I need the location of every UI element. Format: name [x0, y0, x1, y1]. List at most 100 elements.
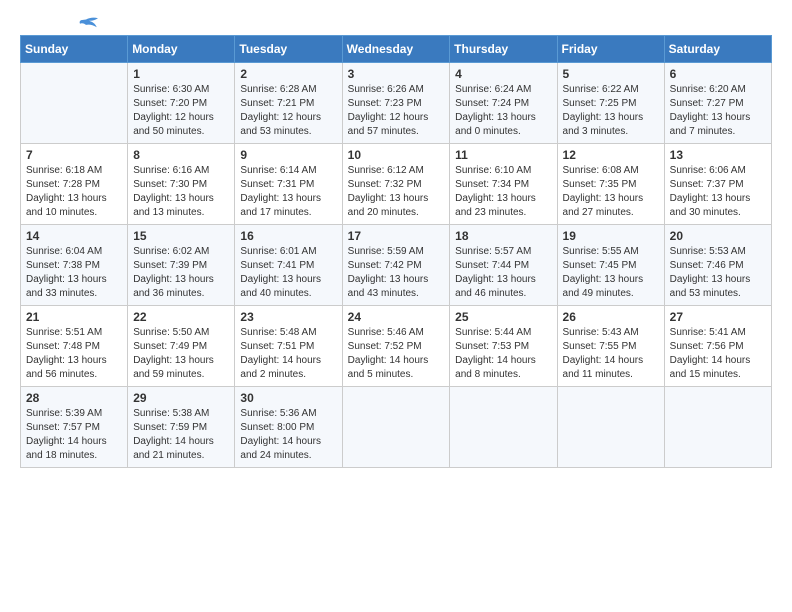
calendar-week-row: 14 Sunrise: 6:04 AM Sunset: 7:38 PM Dayli…: [21, 225, 772, 306]
day-number: 14: [26, 229, 122, 243]
calendar-cell: 8 Sunrise: 6:16 AM Sunset: 7:30 PM Daylig…: [128, 144, 235, 225]
day-info: Sunrise: 6:22 AM Sunset: 7:25 PM Dayligh…: [563, 83, 659, 139]
day-number: 21: [26, 310, 122, 324]
day-number: 2: [240, 67, 336, 81]
calendar-cell: 3 Sunrise: 6:26 AM Sunset: 7:23 PM Daylig…: [342, 63, 450, 144]
day-info: Sunrise: 5:55 AM Sunset: 7:45 PM Dayligh…: [563, 245, 659, 301]
day-number: 25: [455, 310, 551, 324]
calendar-cell: 5Sunrise: 6:22 AM Sunset: 7:25 PM Daylig…: [557, 63, 664, 144]
logo-bird-icon: [68, 15, 98, 33]
calendar-cell: 14 Sunrise: 6:04 AM Sunset: 7:38 PM Dayli…: [21, 225, 128, 306]
day-number: 10: [348, 148, 445, 162]
calendar-cell: 13 Sunrise: 6:06 AM Sunset: 7:37 PM Dayli…: [664, 144, 771, 225]
day-info: Sunrise: 5:43 AM Sunset: 7:55 PM Dayligh…: [563, 326, 659, 382]
calendar-cell: 11Sunrise: 6:10 AM Sunset: 7:34 PM Dayli…: [450, 144, 557, 225]
day-info: Sunrise: 5:50 AM Sunset: 7:49 PM Dayligh…: [133, 326, 229, 382]
calendar-cell: 24 Sunrise: 5:46 AM Sunset: 7:52 PM Dayli…: [342, 306, 450, 387]
calendar-cell: 20 Sunrise: 5:53 AM Sunset: 7:46 PM Dayli…: [664, 225, 771, 306]
day-info: Sunrise: 6:01 AM Sunset: 7:41 PM Dayligh…: [240, 245, 336, 301]
day-number: 13: [670, 148, 766, 162]
calendar-week-row: 28 Sunrise: 5:39 AM Sunset: 7:57 PM Dayli…: [21, 387, 772, 468]
calendar-cell: 2 Sunrise: 6:28 AM Sunset: 7:21 PM Daylig…: [235, 63, 342, 144]
day-info: Sunrise: 5:57 AM Sunset: 7:44 PM Dayligh…: [455, 245, 551, 301]
day-number: 17: [348, 229, 445, 243]
calendar-cell: 9 Sunrise: 6:14 AM Sunset: 7:31 PM Daylig…: [235, 144, 342, 225]
day-number: 24: [348, 310, 445, 324]
day-info: Sunrise: 6:24 AM Sunset: 7:24 PM Dayligh…: [455, 83, 551, 139]
day-number: 3: [348, 67, 445, 81]
day-info: Sunrise: 6:16 AM Sunset: 7:30 PM Dayligh…: [133, 164, 229, 220]
day-info: Sunrise: 6:14 AM Sunset: 7:31 PM Dayligh…: [240, 164, 336, 220]
day-number: 28: [26, 391, 122, 405]
day-number: 1: [133, 67, 229, 81]
day-number: 30: [240, 391, 336, 405]
calendar-cell: [664, 387, 771, 468]
calendar-cell: 7Sunrise: 6:18 AM Sunset: 7:28 PM Daylig…: [21, 144, 128, 225]
calendar-cell: 19 Sunrise: 5:55 AM Sunset: 7:45 PM Dayli…: [557, 225, 664, 306]
calendar-cell: 30Sunrise: 5:36 AM Sunset: 8:00 PM Dayli…: [235, 387, 342, 468]
day-info: Sunrise: 5:48 AM Sunset: 7:51 PM Dayligh…: [240, 326, 336, 382]
calendar-cell: 22 Sunrise: 5:50 AM Sunset: 7:49 PM Dayli…: [128, 306, 235, 387]
day-info: Sunrise: 5:46 AM Sunset: 7:52 PM Dayligh…: [348, 326, 445, 382]
day-number: 4: [455, 67, 551, 81]
day-number: 20: [670, 229, 766, 243]
day-number: 11: [455, 148, 551, 162]
day-info: Sunrise: 6:28 AM Sunset: 7:21 PM Dayligh…: [240, 83, 336, 139]
day-number: 12: [563, 148, 659, 162]
calendar-week-row: 1 Sunrise: 6:30 AM Sunset: 7:20 PM Daylig…: [21, 63, 772, 144]
day-info: Sunrise: 6:04 AM Sunset: 7:38 PM Dayligh…: [26, 245, 122, 301]
day-number: 27: [670, 310, 766, 324]
calendar-cell: 21 Sunrise: 5:51 AM Sunset: 7:48 PM Dayli…: [21, 306, 128, 387]
day-info: Sunrise: 5:59 AM Sunset: 7:42 PM Dayligh…: [348, 245, 445, 301]
day-number: 8: [133, 148, 229, 162]
header-monday: Monday: [128, 36, 235, 63]
day-number: 22: [133, 310, 229, 324]
day-number: 23: [240, 310, 336, 324]
calendar-week-row: 7Sunrise: 6:18 AM Sunset: 7:28 PM Daylig…: [21, 144, 772, 225]
day-info: Sunrise: 6:18 AM Sunset: 7:28 PM Dayligh…: [26, 164, 122, 220]
calendar-cell: 15Sunrise: 6:02 AM Sunset: 7:39 PM Dayli…: [128, 225, 235, 306]
header-thursday: Thursday: [450, 36, 557, 63]
calendar-cell: [450, 387, 557, 468]
day-number: 18: [455, 229, 551, 243]
day-info: Sunrise: 5:51 AM Sunset: 7:48 PM Dayligh…: [26, 326, 122, 382]
day-number: 9: [240, 148, 336, 162]
day-info: Sunrise: 6:20 AM Sunset: 7:27 PM Dayligh…: [670, 83, 766, 139]
day-info: Sunrise: 5:39 AM Sunset: 7:57 PM Dayligh…: [26, 407, 122, 463]
calendar-cell: 25 Sunrise: 5:44 AM Sunset: 7:53 PM Dayli…: [450, 306, 557, 387]
calendar-cell: 29Sunrise: 5:38 AM Sunset: 7:59 PM Dayli…: [128, 387, 235, 468]
calendar-cell: [21, 63, 128, 144]
calendar-cell: 6 Sunrise: 6:20 AM Sunset: 7:27 PM Daylig…: [664, 63, 771, 144]
calendar-cell: 27 Sunrise: 5:41 AM Sunset: 7:56 PM Dayli…: [664, 306, 771, 387]
day-number: 19: [563, 229, 659, 243]
calendar-cell: 17 Sunrise: 5:59 AM Sunset: 7:42 PM Dayli…: [342, 225, 450, 306]
calendar-table: SundayMondayTuesdayWednesdayThursdayFrid…: [20, 35, 772, 468]
day-info: Sunrise: 6:26 AM Sunset: 7:23 PM Dayligh…: [348, 83, 445, 139]
day-number: 16: [240, 229, 336, 243]
calendar-cell: 16 Sunrise: 6:01 AM Sunset: 7:41 PM Dayli…: [235, 225, 342, 306]
day-number: 6: [670, 67, 766, 81]
header-saturday: Saturday: [664, 36, 771, 63]
calendar-cell: 18 Sunrise: 5:57 AM Sunset: 7:44 PM Dayli…: [450, 225, 557, 306]
calendar-cell: 26 Sunrise: 5:43 AM Sunset: 7:55 PM Dayli…: [557, 306, 664, 387]
calendar-cell: [342, 387, 450, 468]
day-info: Sunrise: 6:08 AM Sunset: 7:35 PM Dayligh…: [563, 164, 659, 220]
day-number: 29: [133, 391, 229, 405]
day-info: Sunrise: 5:41 AM Sunset: 7:56 PM Dayligh…: [670, 326, 766, 382]
day-info: Sunrise: 5:53 AM Sunset: 7:46 PM Dayligh…: [670, 245, 766, 301]
calendar-cell: [557, 387, 664, 468]
day-info: Sunrise: 6:06 AM Sunset: 7:37 PM Dayligh…: [670, 164, 766, 220]
calendar-cell: 4 Sunrise: 6:24 AM Sunset: 7:24 PM Daylig…: [450, 63, 557, 144]
logo: [20, 20, 98, 25]
day-info: Sunrise: 5:44 AM Sunset: 7:53 PM Dayligh…: [455, 326, 551, 382]
calendar-cell: 23 Sunrise: 5:48 AM Sunset: 7:51 PM Dayli…: [235, 306, 342, 387]
calendar-cell: 28 Sunrise: 5:39 AM Sunset: 7:57 PM Dayli…: [21, 387, 128, 468]
header-friday: Friday: [557, 36, 664, 63]
calendar-week-row: 21 Sunrise: 5:51 AM Sunset: 7:48 PM Dayli…: [21, 306, 772, 387]
header-tuesday: Tuesday: [235, 36, 342, 63]
day-info: Sunrise: 6:02 AM Sunset: 7:39 PM Dayligh…: [133, 245, 229, 301]
day-info: Sunrise: 6:30 AM Sunset: 7:20 PM Dayligh…: [133, 83, 229, 139]
header-sunday: Sunday: [21, 36, 128, 63]
day-number: 26: [563, 310, 659, 324]
page-header: [20, 20, 772, 25]
